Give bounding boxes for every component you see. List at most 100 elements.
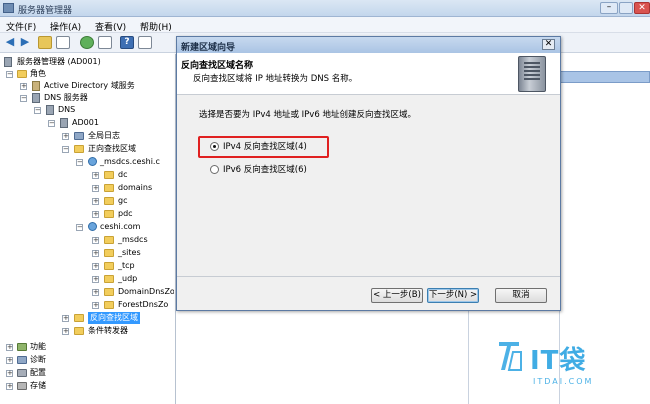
show-hide-tree-icon[interactable] — [56, 36, 70, 49]
expand-icon[interactable]: + — [92, 237, 99, 244]
dialog-close-button[interactable]: ✕ — [542, 39, 555, 50]
expand-icon[interactable]: + — [6, 370, 13, 377]
ipv4-label: IPv4 反向查找区域(4) — [223, 142, 307, 152]
server-icon — [4, 57, 12, 67]
expand-icon[interactable]: + — [6, 344, 13, 351]
folder-icon — [104, 262, 114, 270]
tree-item-udp[interactable]: + _udp — [2, 273, 172, 285]
tree-item-configuration[interactable]: + 配置 — [2, 367, 172, 379]
expand-icon[interactable]: + — [92, 250, 99, 257]
tree-label: domains — [118, 183, 153, 192]
expand-icon[interactable]: + — [62, 133, 69, 140]
tree-label: ceshi.com — [100, 222, 141, 231]
collapse-icon[interactable]: − — [76, 224, 83, 231]
menu-action[interactable]: 操作(A) — [50, 20, 81, 33]
up-folder-icon[interactable] — [38, 36, 52, 49]
watermark-logo-icon — [499, 342, 522, 371]
collapse-icon[interactable]: − — [6, 71, 13, 78]
ipv6-label: IPv6 反向查找区域(6) — [223, 165, 307, 175]
expand-icon[interactable]: + — [20, 83, 27, 90]
tree-item-conditional-forwarders[interactable]: + 条件转发器 — [2, 325, 172, 337]
tree-item-ceshi-zone[interactable]: − ceshi.com — [2, 221, 172, 233]
expand-icon[interactable]: + — [92, 263, 99, 270]
ipv4-option[interactable]: IPv4 反向查找区域(4) — [210, 141, 330, 153]
tree-label: ForestDnsZo — [118, 300, 169, 309]
server-manager-icon — [3, 3, 14, 13]
server-tower-icon — [518, 56, 546, 92]
expand-icon[interactable]: + — [92, 289, 99, 296]
collapse-icon[interactable]: − — [76, 159, 83, 166]
tree-item-dns[interactable]: − DNS — [2, 104, 172, 116]
tree-label: DNS — [58, 105, 76, 114]
server-icon — [60, 118, 68, 128]
expand-icon[interactable]: + — [6, 357, 13, 364]
folder-icon — [104, 301, 114, 309]
expand-icon[interactable]: + — [92, 172, 99, 179]
expand-icon[interactable]: + — [62, 315, 69, 322]
tree-item-ad-ds[interactable]: + Active Directory 域服务 — [2, 80, 172, 92]
tree-item-dns-server[interactable]: − DNS 服务器 — [2, 92, 172, 104]
tree-label: DomainDnsZo — [118, 287, 174, 296]
diagnostics-icon — [17, 356, 27, 364]
tree-item-dc[interactable]: + dc — [2, 169, 172, 181]
tree-item-domaindnszones[interactable]: + DomainDnsZo — [2, 286, 174, 298]
expand-icon[interactable]: + — [92, 302, 99, 309]
new-zone-wizard-dialog: 新建区域向导 ✕ 反向查找区域名称 反向查找区域将 IP 地址转换为 DNS 名… — [176, 36, 561, 311]
collapse-icon[interactable]: − — [48, 120, 55, 127]
tree-item-gc[interactable]: + gc — [2, 195, 172, 207]
export-list-icon[interactable] — [98, 36, 112, 49]
tree-root[interactable]: 服务器管理器 (AD001) — [2, 56, 172, 68]
cancel-button[interactable]: 取消 — [495, 288, 547, 303]
tree-item-diagnostics[interactable]: + 诊断 — [2, 354, 172, 366]
properties-icon[interactable] — [138, 36, 152, 49]
tree-item-roles[interactable]: − 角色 — [2, 68, 172, 80]
collapse-icon[interactable]: − — [62, 146, 69, 153]
actions-header — [560, 71, 650, 83]
expand-icon[interactable]: + — [92, 185, 99, 192]
ipv6-radio[interactable] — [210, 165, 219, 174]
tree-item-ad001[interactable]: − AD001 — [2, 117, 172, 129]
menu-bar: 文件(F) 操作(A) 查看(V) 帮助(H) — [0, 17, 650, 33]
tree-label: 功能 — [30, 342, 46, 351]
back-arrow-icon[interactable]: ◀ — [3, 36, 17, 49]
collapse-icon[interactable]: − — [20, 95, 27, 102]
expand-icon[interactable]: + — [92, 211, 99, 218]
refresh-icon[interactable] — [80, 36, 94, 49]
minimize-button[interactable]: – — [600, 2, 618, 14]
forward-arrow-icon[interactable]: ▶ — [18, 36, 32, 49]
tree-item-features[interactable]: + 功能 — [2, 341, 172, 353]
tree-label: _msdcs.ceshi.c — [100, 157, 160, 166]
help-icon[interactable]: ? — [120, 36, 134, 49]
next-button[interactable]: 下一步(N) > — [427, 288, 479, 303]
ipv6-option[interactable]: IPv6 反向查找区域(6) — [210, 164, 330, 176]
tree-label: DNS 服务器 — [44, 93, 88, 102]
tree-item-domains[interactable]: + domains — [2, 182, 172, 194]
dns-icon — [46, 105, 54, 115]
tree-item-global-logs[interactable]: + 全局日志 — [2, 130, 172, 142]
tree-item-msdcs[interactable]: + _msdcs — [2, 234, 172, 246]
menu-help[interactable]: 帮助(H) — [140, 20, 172, 33]
expand-icon[interactable]: + — [6, 383, 13, 390]
menu-view[interactable]: 查看(V) — [95, 20, 126, 33]
tree-item-sites[interactable]: + _sites — [2, 247, 172, 259]
expand-icon[interactable]: + — [62, 328, 69, 335]
collapse-icon[interactable]: − — [34, 107, 41, 114]
tree-item-forward-zones[interactable]: − 正向查找区域 — [2, 143, 172, 155]
expand-icon[interactable]: + — [92, 276, 99, 283]
dialog-titlebar: 新建区域向导 ✕ — [177, 37, 560, 53]
tree-item-tcp[interactable]: + _tcp — [2, 260, 172, 272]
tree-item-reverse-zones[interactable]: + 反向查找区域 — [2, 312, 172, 324]
expand-icon[interactable]: + — [92, 198, 99, 205]
tree-item-forestdnszones[interactable]: + ForestDnsZo — [2, 299, 174, 311]
menu-file[interactable]: 文件(F) — [6, 20, 36, 33]
close-button[interactable]: ✕ — [634, 2, 650, 14]
tree-item-pdc[interactable]: + pdc — [2, 208, 172, 220]
tree-item-storage[interactable]: + 存储 — [2, 380, 172, 392]
tree-label: 服务器管理器 (AD001) — [17, 57, 101, 66]
ipv4-radio[interactable] — [210, 142, 219, 151]
tree-item-msdcs-zone[interactable]: − _msdcs.ceshi.c — [2, 156, 174, 168]
tree-label: 存储 — [30, 381, 46, 390]
tree-label: 反向查找区域 — [88, 312, 140, 324]
back-button[interactable]: < 上一步(B) — [371, 288, 423, 303]
maximize-button[interactable] — [619, 2, 633, 14]
